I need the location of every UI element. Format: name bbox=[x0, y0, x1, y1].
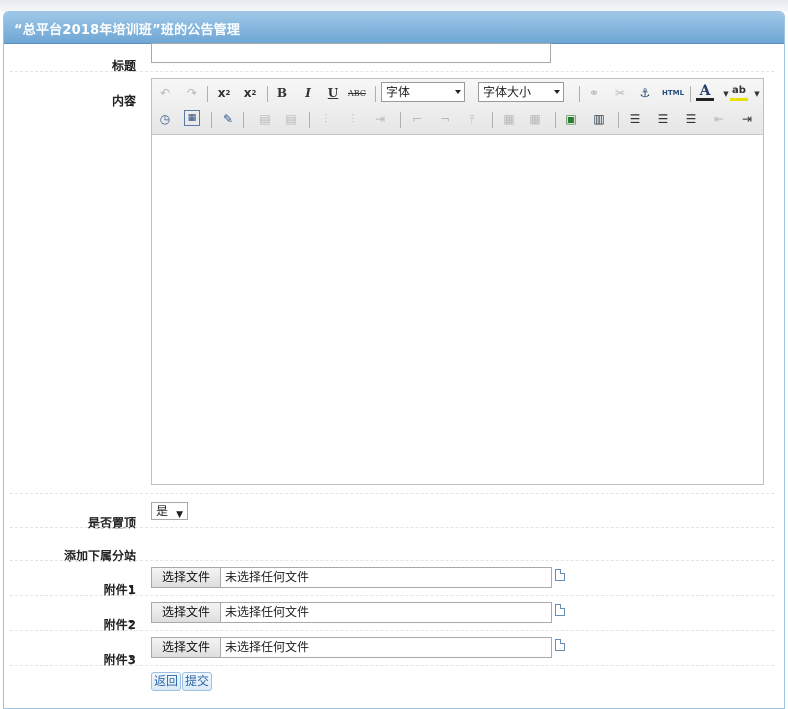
table-properties-icon[interactable]: ▦ bbox=[526, 110, 544, 128]
indent-icon[interactable]: ⇥ bbox=[738, 110, 756, 128]
underline-icon[interactable]: U bbox=[324, 84, 342, 102]
no-file-text: 未选择任何文件 bbox=[225, 605, 310, 619]
toolbar-separator bbox=[243, 112, 244, 128]
merge-cell-icon[interactable]: ¬ bbox=[436, 110, 454, 128]
subscript-icon[interactable]: x2 bbox=[215, 84, 233, 102]
editor-content-area[interactable] bbox=[152, 135, 763, 484]
toolbar-separator bbox=[400, 112, 401, 128]
toolbar-separator bbox=[207, 86, 208, 102]
edit-icon[interactable]: ✎ bbox=[219, 110, 237, 128]
rich-text-editor: ↶ ↷ x2 x2 B I U ABC 字体 字体大小 ⚭ ✂ ⚓ HTML A… bbox=[151, 78, 764, 485]
submit-button[interactable]: 提交 bbox=[182, 672, 213, 691]
redo-icon[interactable]: ↷ bbox=[183, 84, 201, 102]
row-divider bbox=[10, 595, 774, 596]
bold-icon[interactable]: B bbox=[273, 84, 291, 102]
font-color-icon[interactable]: A bbox=[696, 83, 714, 101]
attachment2-file-input[interactable]: 选择文件 未选择任何文件 bbox=[151, 602, 552, 623]
file-icon[interactable] bbox=[555, 569, 565, 581]
anchor-icon[interactable]: ⚓ bbox=[636, 84, 654, 102]
font-size-select[interactable]: 字体大小 bbox=[478, 82, 564, 102]
title-input[interactable] bbox=[151, 43, 551, 63]
chevron-down-icon bbox=[554, 90, 560, 94]
align-center-icon[interactable]: ☰ bbox=[654, 110, 672, 128]
undo-icon[interactable]: ↶ bbox=[156, 84, 174, 102]
date-icon[interactable]: ▦ bbox=[184, 110, 200, 126]
no-file-text: 未选择任何文件 bbox=[225, 570, 310, 584]
toolbar-separator bbox=[375, 86, 376, 102]
split-cell-icon[interactable]: ⌐ bbox=[408, 110, 426, 128]
add-subsite-label: 添加下属分站 bbox=[63, 549, 136, 563]
pin-top-select[interactable]: 是 ▼ bbox=[151, 502, 188, 520]
font-family-select[interactable]: 字体 bbox=[381, 82, 465, 102]
pin-top-colon: ： bbox=[128, 516, 141, 530]
row-divider bbox=[10, 527, 774, 528]
toolbar-separator bbox=[555, 112, 556, 128]
attachment1-file-input[interactable]: 选择文件 未选择任何文件 bbox=[151, 567, 552, 588]
row-divider bbox=[10, 630, 774, 631]
superscript-icon[interactable]: x2 bbox=[241, 84, 259, 102]
insert-column-icon[interactable]: ⫶ bbox=[317, 110, 335, 128]
panel-title: “总平台2018年培训班”班的公告管理 bbox=[14, 23, 241, 38]
outdent-icon[interactable]: ⇤ bbox=[710, 110, 728, 128]
toolbar-separator bbox=[492, 112, 493, 128]
row-divider bbox=[10, 493, 774, 494]
pin-top-value: 是 bbox=[156, 504, 169, 518]
link-icon[interactable]: ⚭ bbox=[585, 84, 603, 102]
toolbar-separator bbox=[579, 86, 580, 102]
file-icon[interactable] bbox=[555, 639, 565, 651]
editor-toolbar: ↶ ↷ x2 x2 B I U ABC 字体 字体大小 ⚭ ✂ ⚓ HTML A… bbox=[152, 79, 763, 135]
row-divider bbox=[10, 71, 774, 72]
choose-file-button[interactable]: 选择文件 bbox=[152, 568, 221, 587]
highlight-color-icon[interactable]: ab bbox=[730, 83, 748, 101]
toolbar-separator bbox=[211, 112, 212, 128]
move-column-icon[interactable]: ⇥ bbox=[371, 110, 389, 128]
toolbar-separator bbox=[618, 112, 619, 128]
add-subsite-colon: ： bbox=[128, 549, 141, 563]
font-family-value: 字体 bbox=[386, 85, 411, 99]
file-icon[interactable] bbox=[555, 604, 565, 616]
delete-row-icon[interactable]: ▤ bbox=[282, 110, 300, 128]
cell-properties-icon[interactable]: ⫯ bbox=[463, 110, 481, 128]
panel-header: “总平台2018年培训班”班的公告管理 bbox=[4, 12, 784, 44]
font-size-value: 字体大小 bbox=[483, 85, 532, 99]
media-icon[interactable]: ▥ bbox=[590, 110, 608, 128]
unlink-icon[interactable]: ✂ bbox=[611, 84, 629, 102]
chevron-down-icon: ▼ bbox=[176, 510, 183, 520]
align-left-icon[interactable]: ☰ bbox=[626, 110, 644, 128]
image-icon[interactable]: ▣ bbox=[562, 110, 580, 128]
content-colon: ： bbox=[128, 94, 141, 108]
delete-column-icon[interactable]: ⫶ bbox=[344, 110, 362, 128]
choose-file-button[interactable]: 选择文件 bbox=[152, 603, 221, 622]
back-button[interactable]: 返回 bbox=[151, 672, 182, 691]
row-divider bbox=[10, 665, 774, 666]
toolbar-separator bbox=[267, 86, 268, 102]
no-file-text: 未选择任何文件 bbox=[225, 640, 310, 654]
italic-icon[interactable]: I bbox=[299, 84, 317, 102]
chevron-down-icon bbox=[455, 90, 461, 94]
row-divider bbox=[10, 560, 774, 561]
toolbar-separator bbox=[309, 112, 310, 128]
choose-file-button[interactable]: 选择文件 bbox=[152, 638, 221, 657]
attachment3-file-input[interactable]: 选择文件 未选择任何文件 bbox=[151, 637, 552, 658]
strikethrough-icon[interactable]: ABC bbox=[348, 84, 366, 102]
toolbar-separator bbox=[690, 86, 691, 102]
align-right-icon[interactable]: ☰ bbox=[682, 110, 700, 128]
time-icon[interactable]: ◷ bbox=[156, 110, 174, 128]
chevron-down-icon[interactable]: ▼ bbox=[752, 85, 762, 103]
table-icon[interactable]: ▦ bbox=[500, 110, 518, 128]
insert-row-icon[interactable]: ▤ bbox=[256, 110, 274, 128]
html-source-icon[interactable]: HTML bbox=[661, 84, 685, 102]
